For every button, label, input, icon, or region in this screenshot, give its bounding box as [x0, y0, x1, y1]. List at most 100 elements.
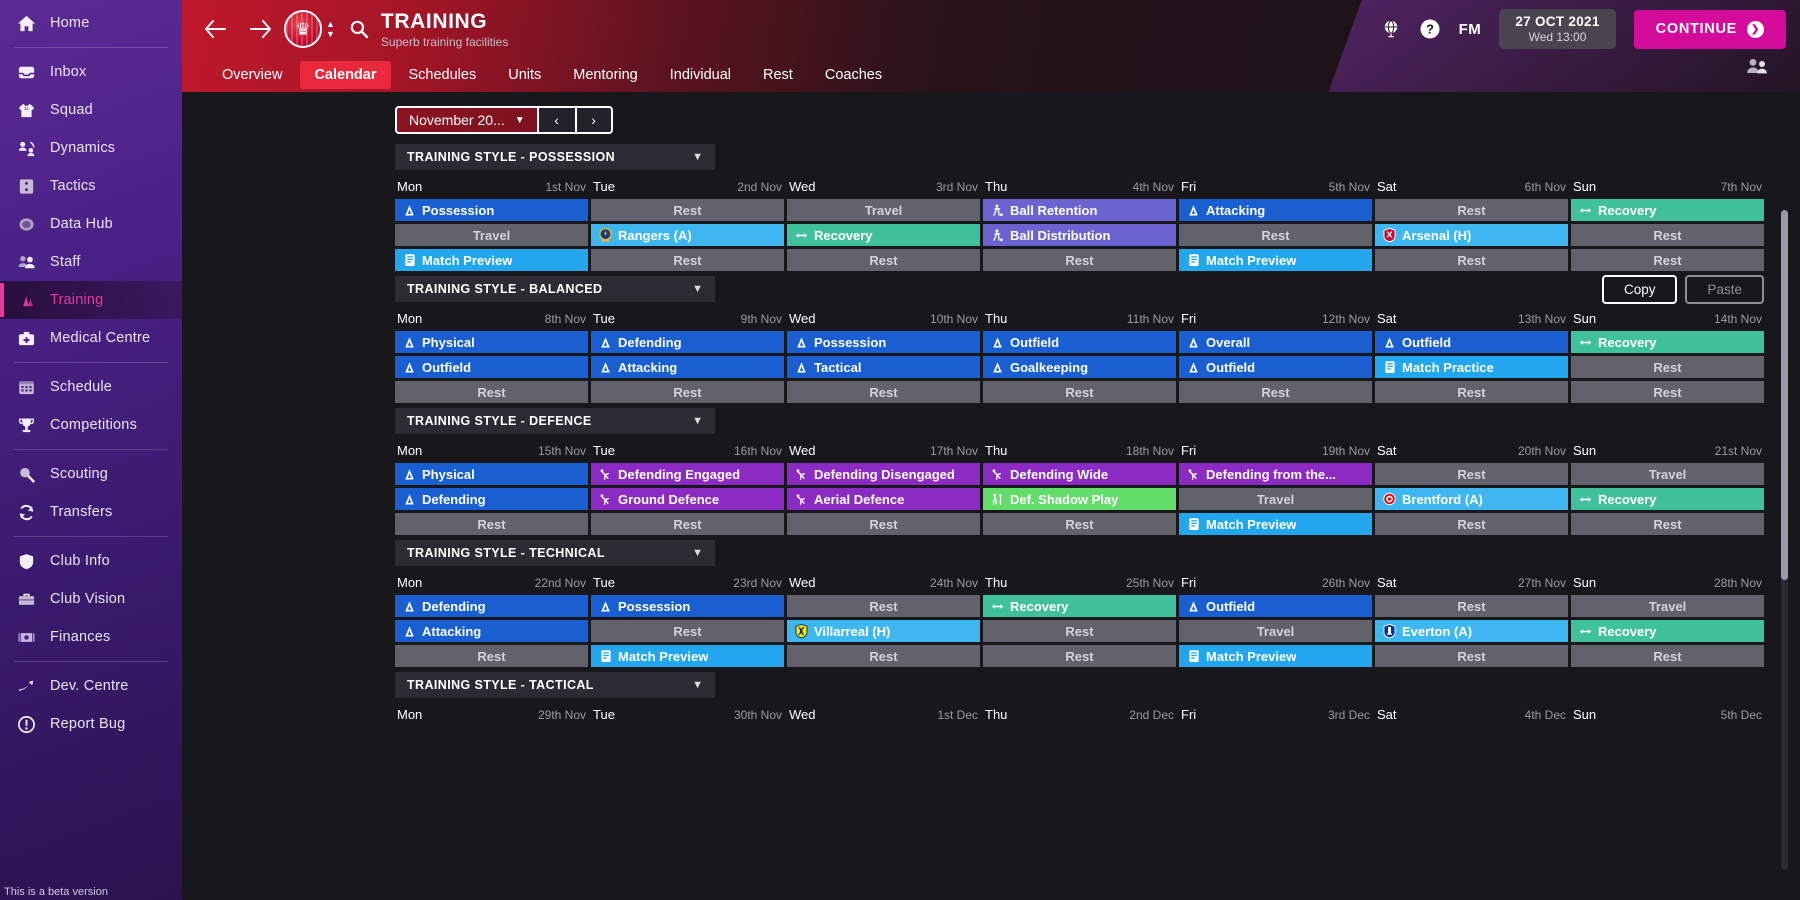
training-style-selector[interactable]: TRAINING STYLE - BALANCED ▼	[395, 276, 715, 302]
session-slot[interactable]: Rest	[395, 513, 588, 535]
session-slot[interactable]: Match Practice	[1375, 356, 1568, 378]
session-slot[interactable]: Recovery	[1571, 620, 1764, 642]
session-slot[interactable]: Outfield	[1179, 356, 1372, 378]
session-slot[interactable]: Ground Defence	[591, 488, 784, 510]
session-slot[interactable]: Rest	[1179, 381, 1372, 403]
session-slot[interactable]: Defending from the...	[1179, 463, 1372, 485]
tab-mentoring[interactable]: Mentoring	[559, 61, 651, 89]
session-slot[interactable]: Travel	[1571, 463, 1764, 485]
vertical-scrollbar[interactable]	[1781, 210, 1788, 870]
session-slot[interactable]: Match Preview	[591, 645, 784, 667]
session-slot[interactable]: Possession	[395, 199, 588, 221]
session-slot[interactable]: Defending	[395, 595, 588, 617]
session-slot[interactable]: Villarreal (H)	[787, 620, 980, 642]
session-slot[interactable]: Outfield	[1375, 331, 1568, 353]
previous-month-button[interactable]: ‹	[536, 106, 575, 134]
session-slot[interactable]: Attacking	[591, 356, 784, 378]
session-slot[interactable]: Possession	[591, 595, 784, 617]
session-slot[interactable]: Tactical	[787, 356, 980, 378]
sidebar-item-inbox[interactable]: Inbox	[0, 53, 182, 91]
sidebar-item-club-info[interactable]: Club Info	[0, 542, 182, 580]
session-slot[interactable]: Rest	[1571, 513, 1764, 535]
session-slot[interactable]: Everton (A)	[1375, 620, 1568, 642]
session-slot[interactable]: Outfield	[983, 331, 1176, 353]
sidebar-item-staff[interactable]: Staff	[0, 243, 182, 281]
globe-icon[interactable]	[1381, 19, 1401, 39]
session-slot[interactable]: Recovery	[1571, 199, 1764, 221]
session-slot[interactable]: Recovery	[983, 595, 1176, 617]
session-slot[interactable]: Ball Distribution	[983, 224, 1176, 246]
tab-calendar[interactable]: Calendar	[300, 61, 391, 89]
session-slot[interactable]: Rest	[395, 381, 588, 403]
session-slot[interactable]: Aerial Defence	[787, 488, 980, 510]
sidebar-item-home[interactable]: Home	[0, 4, 182, 42]
session-slot[interactable]: Rest	[1375, 463, 1568, 485]
session-slot[interactable]: Travel	[787, 199, 980, 221]
sidebar-item-medical-centre[interactable]: Medical Centre	[0, 319, 182, 357]
session-slot[interactable]: Rest	[983, 249, 1176, 271]
session-slot[interactable]: Goalkeeping	[983, 356, 1176, 378]
session-slot[interactable]: Recovery	[787, 224, 980, 246]
paste-button[interactable]: Paste	[1685, 275, 1764, 304]
month-selector[interactable]: November 20... ▼	[395, 106, 537, 134]
session-slot[interactable]: Travel	[1179, 488, 1372, 510]
sidebar-item-schedule[interactable]: Schedule	[0, 368, 182, 406]
session-slot[interactable]: Rest	[983, 513, 1176, 535]
session-slot[interactable]: Ball Retention	[983, 199, 1176, 221]
training-style-selector[interactable]: TRAINING STYLE - TECHNICAL ▼	[395, 540, 715, 566]
club-switch-stepper[interactable]: ▲ ▼	[326, 20, 335, 39]
session-slot[interactable]: Recovery	[1571, 488, 1764, 510]
session-slot[interactable]: Outfield	[395, 356, 588, 378]
session-slot[interactable]: Defending	[395, 488, 588, 510]
sidebar-item-tactics[interactable]: Tactics	[0, 167, 182, 205]
session-slot[interactable]: Physical	[395, 331, 588, 353]
session-slot[interactable]: Rest	[983, 381, 1176, 403]
session-slot[interactable]: Defending	[591, 331, 784, 353]
sidebar-item-scouting[interactable]: Scouting	[0, 455, 182, 493]
sidebar-item-competitions[interactable]: Competitions	[0, 406, 182, 444]
session-slot[interactable]: Def. Shadow Play	[983, 488, 1176, 510]
club-crest-icon[interactable]: ♛ ▲ ▼	[284, 10, 335, 48]
session-slot[interactable]: Rest	[787, 645, 980, 667]
session-slot[interactable]: Rest	[787, 513, 980, 535]
tab-overview[interactable]: Overview	[208, 61, 296, 89]
back-arrow-icon[interactable]	[198, 12, 232, 46]
session-slot[interactable]: Rest	[1571, 249, 1764, 271]
session-slot[interactable]: Travel	[1179, 620, 1372, 642]
session-slot[interactable]: Travel	[395, 224, 588, 246]
session-slot[interactable]: Rest	[983, 620, 1176, 642]
session-slot[interactable]: Rest	[787, 595, 980, 617]
sidebar-item-training[interactable]: Training	[0, 281, 182, 319]
session-slot[interactable]: Outfield	[1179, 595, 1372, 617]
sidebar-item-dev-centre[interactable]: Dev. Centre	[0, 667, 182, 705]
sidebar-item-transfers[interactable]: Transfers	[0, 493, 182, 531]
tab-schedules[interactable]: Schedules	[395, 61, 491, 89]
session-slot[interactable]: Rest	[1571, 381, 1764, 403]
session-slot[interactable]: Rest	[591, 249, 784, 271]
session-slot[interactable]: Rest	[591, 620, 784, 642]
session-slot[interactable]: Brentford (A)	[1375, 488, 1568, 510]
scrollbar-thumb[interactable]	[1781, 210, 1788, 580]
people-icon[interactable]	[1746, 58, 1768, 79]
sidebar-item-club-vision[interactable]: Club Vision	[0, 580, 182, 618]
session-slot[interactable]: Travel	[1571, 595, 1764, 617]
help-icon[interactable]: ?	[1419, 18, 1441, 40]
training-style-selector[interactable]: TRAINING STYLE - DEFENCE ▼	[395, 408, 715, 434]
session-slot[interactable]: Rest	[1571, 645, 1764, 667]
session-slot[interactable]: Rest	[983, 645, 1176, 667]
session-slot[interactable]: Rest	[1375, 595, 1568, 617]
session-slot[interactable]: Rest	[1375, 381, 1568, 403]
session-slot[interactable]: Attacking	[1179, 199, 1372, 221]
session-slot[interactable]: Rest	[1571, 224, 1764, 246]
session-slot[interactable]: Rangers (A)	[591, 224, 784, 246]
session-slot[interactable]: Arsenal (H)	[1375, 224, 1568, 246]
tab-individual[interactable]: Individual	[656, 61, 745, 89]
sidebar-item-dynamics[interactable]: Dynamics	[0, 129, 182, 167]
session-slot[interactable]: Defending Wide	[983, 463, 1176, 485]
session-slot[interactable]: Rest	[1179, 224, 1372, 246]
sidebar-item-finances[interactable]: Finances	[0, 618, 182, 656]
session-slot[interactable]: Match Preview	[395, 249, 588, 271]
session-slot[interactable]: Recovery	[1571, 331, 1764, 353]
session-slot[interactable]: Match Preview	[1179, 645, 1372, 667]
continue-button[interactable]: CONTINUE ❯	[1633, 9, 1786, 49]
